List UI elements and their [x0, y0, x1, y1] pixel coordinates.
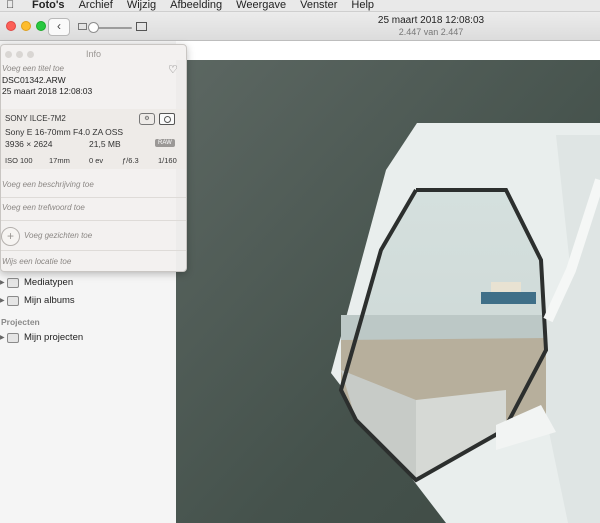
zoom-in-icon — [136, 22, 147, 31]
menu-venster[interactable]: Venster — [300, 0, 337, 11]
exif-iso: ISO 100 — [5, 156, 33, 165]
menu-wijzig[interactable]: Wijzig — [127, 0, 156, 11]
lens-icon — [159, 113, 175, 125]
exif-exposure: 0 ev — [89, 156, 104, 165]
disclosure-triangle-icon[interactable]: ▶ — [0, 279, 7, 286]
file-size: 21,5 MB — [89, 139, 121, 149]
menu-weergave[interactable]: Weergave — [236, 0, 286, 11]
info-panel: Info Voeg een titel toe ♡ DSC01342.ARW 2… — [0, 44, 187, 272]
minimize-window-button[interactable] — [21, 21, 31, 31]
photo-count: 2.447 van 2.447 — [398, 27, 464, 37]
filename: DSC01342.ARW — [2, 75, 66, 85]
disclosure-triangle-icon[interactable]: ▶ — [0, 334, 7, 341]
sidebar-item-mijn-projecten[interactable]: ▶ Mijn projecten — [0, 332, 83, 343]
description-field[interactable]: Voeg een beschrijving toe — [2, 180, 94, 189]
exif-aperture: ƒ/6.3 — [122, 156, 139, 165]
divider — [1, 250, 186, 251]
zoom-out-icon — [78, 23, 87, 30]
window-toolbar: ‹ 25 maart 2018 12:08:03 2.447 van 2.447 — [0, 12, 600, 41]
info-title: Info — [85, 49, 101, 59]
photo-view[interactable] — [176, 60, 600, 523]
camera-icon: ⚙ — [139, 113, 155, 125]
menu-archief[interactable]: Archief — [79, 0, 113, 11]
exif-focal-length: 17mm — [49, 156, 70, 165]
sidebar-item-label: Mediatypen — [24, 277, 74, 288]
sidebar-item-mediatypen[interactable]: ▶ Mediatypen — [0, 277, 73, 288]
location-field[interactable]: Wijs een locatie toe — [2, 257, 71, 266]
chevron-left-icon: ‹ — [57, 19, 61, 33]
menu-help[interactable]: Help — [351, 0, 374, 11]
exif-shutter: 1/160 — [158, 156, 177, 165]
close-window-button[interactable] — [6, 21, 16, 31]
keyword-field[interactable]: Voeg een trefwoord toe — [2, 203, 85, 212]
folder-icon — [7, 332, 19, 343]
fullscreen-window-button[interactable] — [36, 21, 46, 31]
image-resolution: 3936 × 2624 — [5, 139, 53, 149]
divider — [1, 220, 186, 221]
folder-icon — [7, 295, 19, 306]
heart-icon[interactable]: ♡ — [168, 63, 178, 76]
folder-icon — [7, 277, 19, 288]
ship — [481, 292, 536, 304]
menu-photos[interactable]: Foto's — [32, 0, 65, 11]
divider — [1, 197, 186, 198]
title-field[interactable]: Voeg een titel toe — [2, 64, 64, 73]
camera-lens: Sony E 16-70mm F4.0 ZA OSS — [5, 127, 124, 137]
capture-datetime: 25 maart 2018 12:08:03 — [2, 86, 93, 96]
photo-date: 25 maart 2018 12:08:03 — [377, 15, 485, 26]
disclosure-triangle-icon[interactable]: ▶ — [0, 297, 7, 304]
photo-top-margin — [176, 41, 600, 60]
ship-cabin — [491, 282, 521, 292]
camera-model: SONY ILCE-7M2 — [5, 114, 66, 123]
menu-bar:  Foto's Archief Wijzig Afbeelding Weerg… — [0, 0, 600, 12]
add-faces-label[interactable]: Voeg gezichten toe — [24, 231, 92, 240]
add-faces-icon[interactable]: + — [1, 227, 20, 246]
sidebar-item-mijn-albums[interactable]: ▶ Mijn albums — [0, 295, 75, 306]
zoom-slider-knob[interactable] — [88, 22, 99, 33]
sidebar-item-label: Mijn projecten — [24, 332, 84, 343]
menu-afbeelding[interactable]: Afbeelding — [170, 0, 222, 11]
sidebar-item-label: Mijn albums — [24, 295, 75, 306]
raw-badge: RAW — [155, 139, 175, 147]
back-button[interactable]: ‹ — [48, 18, 70, 36]
sidebar-section-projecten: Projecten — [1, 317, 40, 327]
apple-icon[interactable]:  — [6, 0, 20, 11]
camera-info: SONY ILCE-7M2 ⚙ Sony E 16-70mm F4.0 ZA O… — [1, 109, 186, 169]
